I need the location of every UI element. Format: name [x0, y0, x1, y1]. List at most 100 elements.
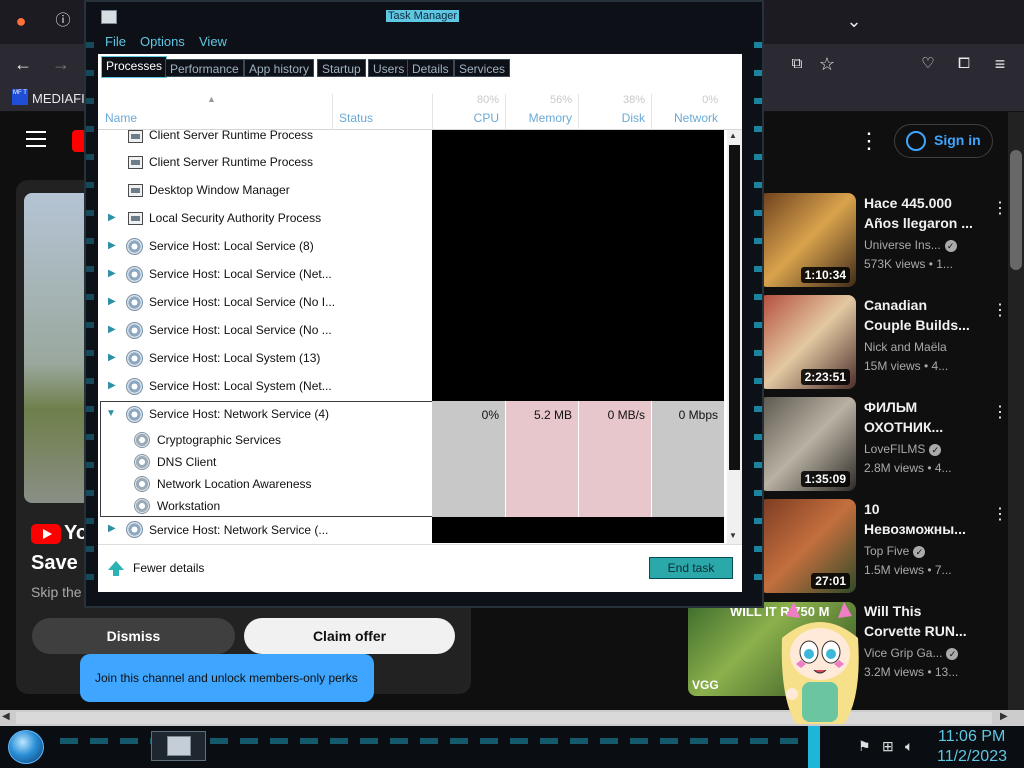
expand-chevron-icon[interactable]: ▶: [108, 380, 116, 391]
firefox-icon[interactable]: ●: [10, 12, 32, 30]
pocket-icon[interactable]: ♡: [917, 55, 939, 73]
clock-time[interactable]: 11:06 PM: [938, 728, 1005, 746]
video-menu-icon[interactable]: ⋮: [992, 300, 1008, 320]
column-memory[interactable]: Memory: [512, 111, 572, 125]
process-row[interactable]: Desktop Window Manager: [100, 182, 432, 210]
video-channel[interactable]: LoveFILMS ✓: [864, 442, 942, 456]
hamburger-menu-icon[interactable]: ≡: [989, 55, 1011, 73]
back-icon[interactable]: ←: [12, 55, 34, 73]
column-divider[interactable]: [651, 94, 652, 130]
process-row[interactable]: ▶ Service Host: Local Service (No I...: [100, 294, 432, 322]
process-row[interactable]: ▶ Local Security Authority Process: [100, 210, 432, 238]
column-network[interactable]: Network: [658, 111, 718, 125]
fewer-details-link[interactable]: Fewer details: [133, 561, 204, 575]
forward-icon[interactable]: →: [50, 55, 72, 73]
guide-menu-icon[interactable]: [26, 131, 46, 152]
star-butterfly-character[interactable]: [772, 598, 868, 726]
video-title-line2[interactable]: ОХОТНИК...: [864, 417, 974, 437]
video-title[interactable]: ФИЛЬМ: [864, 397, 974, 417]
service-item[interactable]: Network Location Awareness: [157, 477, 312, 491]
column-disk[interactable]: Disk: [585, 111, 645, 125]
video-title-line2[interactable]: Corvette RUN...: [864, 621, 974, 641]
tab-services[interactable]: Services: [454, 59, 511, 77]
scroll-down-arrow-icon[interactable]: ▼: [729, 531, 737, 540]
expand-chevron-icon[interactable]: ▶: [108, 212, 116, 223]
process-row[interactable]: ▶ Service Host: Local System (13): [100, 350, 432, 378]
more-options-icon[interactable]: ⋮: [858, 128, 880, 154]
channel-name[interactable]: LoveFILMS: [864, 442, 925, 456]
channel-name[interactable]: Vice Grip Ga...: [864, 646, 942, 660]
column-divider[interactable]: [332, 94, 333, 130]
task-manager-icon[interactable]: [101, 10, 117, 24]
video-channel[interactable]: Nick and Maëla: [864, 340, 947, 354]
volume-icon[interactable]: 🔈︎: [905, 738, 913, 755]
tab-users[interactable]: Users: [368, 59, 410, 77]
scroll-right-arrow-icon[interactable]: ▶: [1000, 711, 1008, 722]
ad-image[interactable]: [24, 193, 84, 503]
expand-chevron-icon[interactable]: ▶: [108, 268, 116, 279]
video-channel[interactable]: Vice Grip Ga... ✓: [864, 646, 959, 660]
tab-performance[interactable]: Performance: [165, 59, 244, 77]
start-button[interactable]: [8, 730, 44, 764]
process-row[interactable]: Client Server Runtime Process: [100, 154, 432, 182]
page-scrollbar-thumb[interactable]: [1010, 150, 1022, 270]
column-divider[interactable]: [432, 94, 433, 130]
video-title[interactable]: 10: [864, 499, 974, 519]
tab-details[interactable]: Details: [407, 59, 454, 77]
column-status[interactable]: Status: [339, 111, 373, 125]
video-menu-icon[interactable]: ⋮: [992, 402, 1008, 422]
column-divider[interactable]: [505, 94, 506, 130]
process-row[interactable]: ▶ Service Host: Local Service (No ...: [100, 322, 432, 350]
service-item[interactable]: Cryptographic Services: [157, 433, 281, 447]
process-row[interactable]: Client Server Runtime Process: [100, 128, 432, 156]
claim-offer-button[interactable]: Claim offer: [244, 618, 455, 654]
expand-chevron-icon[interactable]: ▶: [108, 352, 116, 363]
menu-file[interactable]: File: [105, 34, 126, 49]
collapse-chevron-icon[interactable]: ▼: [106, 408, 116, 419]
video-title[interactable]: Will This: [864, 601, 974, 621]
reader-view-icon[interactable]: ⧉: [786, 55, 808, 73]
video-menu-icon[interactable]: ⋮: [992, 198, 1008, 218]
video-menu-icon[interactable]: ⋮: [992, 504, 1008, 524]
video-thumbnail[interactable]: 1:35:09: [759, 397, 856, 491]
service-item[interactable]: DNS Client: [157, 455, 216, 469]
channel-name[interactable]: Top Five: [864, 544, 909, 558]
expand-chevron-icon[interactable]: ▶: [108, 523, 116, 534]
sign-in-label[interactable]: Sign in: [934, 132, 981, 148]
dismiss-button[interactable]: Dismiss: [32, 618, 235, 654]
column-cpu[interactable]: CPU: [440, 111, 499, 125]
column-name[interactable]: Name: [105, 111, 137, 125]
tab-app-history[interactable]: App history: [244, 59, 315, 77]
service-item[interactable]: Workstation: [157, 499, 220, 513]
video-title-line2[interactable]: Невозможны...: [864, 519, 974, 539]
process-row[interactable]: ▶ Service Host: Network Service (...: [100, 518, 432, 546]
video-channel[interactable]: Universe Ins... ✓: [864, 238, 957, 252]
scroll-left-arrow-icon[interactable]: ◀: [2, 711, 10, 722]
expand-chevron-icon[interactable]: ▶: [108, 324, 116, 335]
channel-name[interactable]: Universe Ins...: [864, 238, 941, 252]
expand-chevron-icon[interactable]: ▶: [108, 240, 116, 251]
process-row[interactable]: ▶ Service Host: Local Service (Net...: [100, 266, 432, 294]
expand-chevron-icon[interactable]: ▶: [108, 296, 116, 307]
video-title[interactable]: Hace 445.000: [864, 193, 974, 213]
info-icon[interactable]: ⓘ: [52, 12, 74, 30]
menu-options[interactable]: Options: [140, 34, 185, 49]
video-thumbnail[interactable]: 2:23:51: [759, 295, 856, 389]
flag-icon[interactable]: ⚑: [858, 738, 871, 755]
menu-view[interactable]: View: [199, 34, 227, 49]
video-thumbnail[interactable]: 27:01: [759, 499, 856, 593]
process-row[interactable]: ▶ Service Host: Local Service (8): [100, 238, 432, 266]
video-channel[interactable]: Top Five ✓: [864, 544, 926, 558]
extensions-icon[interactable]: ⧠: [953, 55, 975, 73]
chevron-down-icon[interactable]: ⌄: [843, 12, 865, 30]
scroll-up-arrow-icon[interactable]: ▲: [729, 131, 737, 140]
tab-startup[interactable]: Startup: [317, 59, 366, 77]
bookmark-star-icon[interactable]: ☆: [816, 55, 838, 73]
process-list-scrollbar-thumb[interactable]: [729, 145, 740, 470]
video-title-line2[interactable]: Couple Builds...: [864, 315, 974, 335]
end-task-button[interactable]: End task: [649, 557, 733, 579]
video-thumbnail[interactable]: 1:10:34: [759, 193, 856, 287]
chevron-up-icon-stem[interactable]: [113, 569, 119, 576]
tab-processes[interactable]: Processes: [101, 56, 168, 78]
network-icon[interactable]: ⊞: [882, 738, 894, 755]
